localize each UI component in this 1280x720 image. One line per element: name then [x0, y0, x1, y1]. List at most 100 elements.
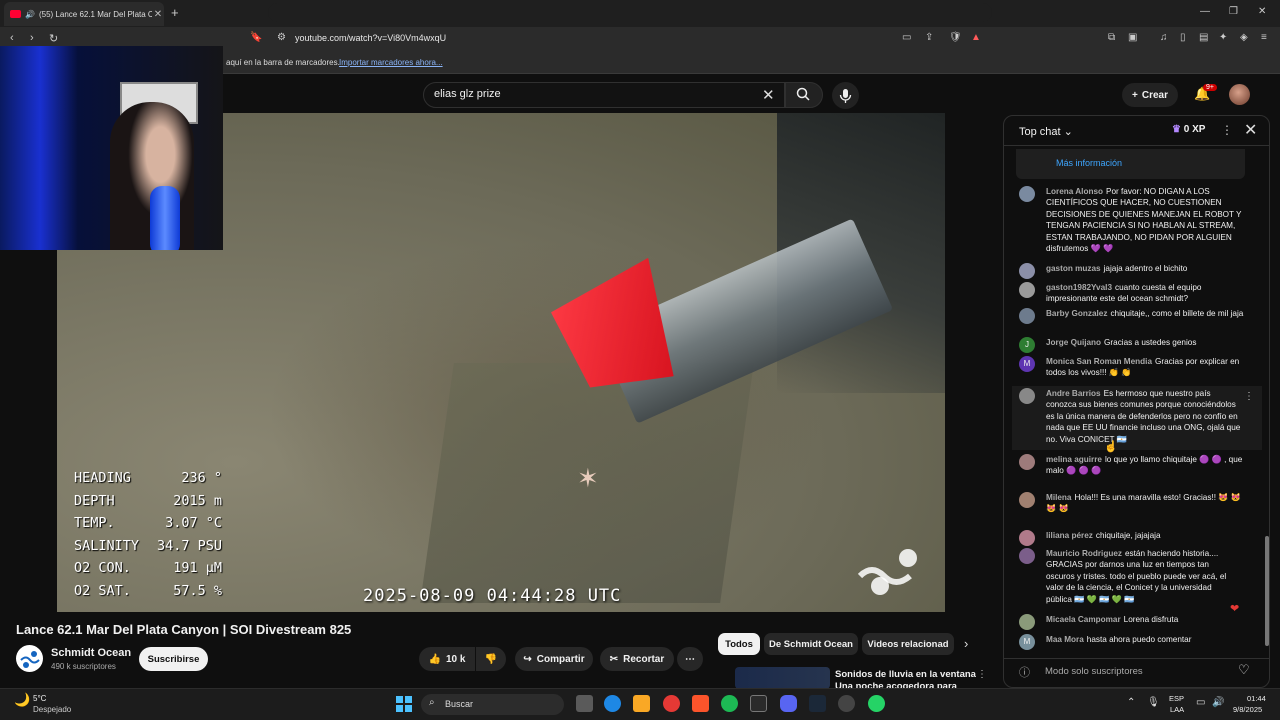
channel-avatar[interactable]: [16, 645, 43, 672]
url-text[interactable]: youtube.com/watch?v=Vi80Vm4wxqU: [295, 33, 446, 43]
chat-author[interactable]: Lorena Alonso: [1046, 187, 1103, 196]
chat-avatar[interactable]: [1019, 388, 1035, 404]
user-avatar[interactable]: [1229, 84, 1250, 105]
taskbar-search-placeholder[interactable]: Buscar: [445, 699, 473, 709]
chat-avatar[interactable]: J: [1019, 337, 1035, 353]
window-close-icon[interactable]: ✕: [1258, 6, 1266, 17]
back-icon[interactable]: ‹: [10, 32, 14, 44]
chat-avatar[interactable]: [1019, 263, 1035, 279]
extensions-icon[interactable]: ⧉: [1108, 32, 1115, 43]
media-icon[interactable]: ♫: [1160, 32, 1168, 43]
whatsapp-icon[interactable]: [868, 695, 885, 712]
menu-icon[interactable]: ≡: [1261, 32, 1267, 43]
cast-icon[interactable]: ▭: [902, 32, 911, 43]
tray-mic-icon[interactable]: 🎙: [1147, 697, 1160, 708]
chat-author[interactable]: liliana pérez: [1046, 531, 1093, 540]
channel-name[interactable]: Schmidt Ocean: [51, 647, 131, 659]
weather-temperature[interactable]: 5°C: [33, 694, 46, 703]
chat-more-icon[interactable]: ⋮: [1221, 123, 1233, 137]
weather-moon-icon[interactable]: 🌙: [14, 692, 30, 708]
chat-message[interactable]: Andre Barrios Es hermoso que nuestro país…: [1019, 388, 1251, 445]
maximize-icon[interactable]: ❐: [1229, 6, 1238, 17]
chat-avatar[interactable]: [1019, 282, 1035, 298]
chat-author[interactable]: Micaela Campomar: [1046, 615, 1121, 624]
chat-author[interactable]: Barby Gonzalez: [1046, 309, 1107, 318]
network-icon[interactable]: ▭: [1196, 697, 1205, 708]
recommended-title[interactable]: Sonidos de lluvia en la ventana: [835, 669, 976, 680]
chat-xp[interactable]: ♛ 0 XP: [1172, 124, 1205, 135]
rewards-icon[interactable]: ▲: [971, 32, 981, 43]
chat-author[interactable]: Jorge Quijano: [1046, 338, 1101, 347]
tray-overflow-icon[interactable]: ⌃: [1127, 697, 1135, 708]
chat-message[interactable]: gaston muzas jajaja adentro el bichito: [1019, 263, 1251, 279]
windows-start-icon[interactable]: [396, 696, 412, 712]
edge-icon[interactable]: [604, 695, 621, 712]
forward-icon[interactable]: ›: [30, 32, 34, 44]
clip-button[interactable]: ✂ Recortar: [600, 647, 674, 671]
new-tab-icon[interactable]: +: [171, 5, 179, 20]
chat-message[interactable]: Barby Gonzalez chiquitaje,, como el bille…: [1019, 308, 1251, 324]
recommended-subtitle[interactable]: Una noche acogedora para: [835, 681, 957, 688]
chat-author[interactable]: melina aguirre: [1046, 455, 1102, 464]
spotify-icon[interactable]: [721, 695, 738, 712]
task-view-icon[interactable]: [576, 695, 593, 712]
chat-message[interactable]: M Maa Mora hasta ahora puedo comentar: [1019, 634, 1251, 650]
minimize-icon[interactable]: —: [1200, 6, 1210, 17]
more-info-link[interactable]: Más información: [1056, 158, 1122, 168]
chip-all[interactable]: Todos: [718, 633, 760, 655]
chips-next-icon[interactable]: ›: [964, 636, 968, 651]
like-button[interactable]: 👍 10 k: [419, 647, 475, 671]
chat-message[interactable]: Lorena Alonso Por favor: NO DIGAN A LOS C…: [1019, 186, 1251, 254]
chat-avatar[interactable]: M: [1019, 356, 1035, 372]
discord-icon[interactable]: [780, 695, 797, 712]
heart-reaction-button-icon[interactable]: ♡: [1238, 662, 1250, 678]
chat-avatar[interactable]: [1019, 492, 1035, 508]
bookmark-icon[interactable]: 🔖: [250, 32, 262, 43]
info-icon[interactable]: ⓘ: [1019, 664, 1030, 680]
speaker-icon[interactable]: 🔊: [25, 10, 35, 19]
chat-avatar[interactable]: [1019, 614, 1035, 630]
voice-search-button[interactable]: [832, 82, 859, 109]
chat-author[interactable]: Monica San Roman Mendia: [1046, 357, 1152, 366]
chat-message[interactable]: Mauricio Rodriguez están haciendo histori…: [1019, 548, 1251, 605]
leo-icon[interactable]: ✦: [1219, 32, 1227, 43]
chat-mode-dropdown[interactable]: Top chat ⌄: [1019, 125, 1073, 138]
taskbar-search[interactable]: [421, 694, 564, 715]
chat-avatar[interactable]: [1019, 548, 1035, 564]
dislike-button[interactable]: 👎: [476, 647, 506, 671]
keyboard-layout[interactable]: LAA: [1170, 705, 1184, 714]
taskbar-date[interactable]: 9/8/2025: [1233, 705, 1262, 714]
chip-from-channel[interactable]: De Schmidt Ocean: [764, 633, 858, 655]
recommended-more-icon[interactable]: ⋮: [977, 669, 987, 680]
subscribe-button[interactable]: Suscribirse: [139, 647, 208, 671]
recommended-thumbnail[interactable]: [735, 667, 830, 689]
chat-author[interactable]: Maa Mora: [1046, 635, 1084, 644]
chat-message[interactable]: M Monica San Roman Mendia Gracias por exp…: [1019, 356, 1251, 379]
keyboard-language[interactable]: ESP: [1169, 694, 1184, 703]
chat-author[interactable]: Milena: [1046, 493, 1071, 502]
chrome-icon[interactable]: [663, 695, 680, 712]
wallet-icon[interactable]: ▤: [1199, 32, 1208, 43]
share-button[interactable]: ↪ Compartir: [515, 647, 593, 671]
weather-description[interactable]: Despejado: [33, 705, 71, 714]
chat-avatar[interactable]: [1019, 530, 1035, 546]
reload-icon[interactable]: ↻: [49, 32, 58, 45]
taskbar-clock[interactable]: 01:44: [1247, 694, 1266, 703]
chat-message[interactable]: Micaela Campomar Lorena disfruta: [1019, 614, 1251, 630]
chat-author[interactable]: Andre Barrios: [1046, 389, 1101, 398]
chat-message[interactable]: J Jorge Quijano Gracias a ustedes genios: [1019, 337, 1251, 353]
browser-tab[interactable]: 🔊 (55) Lance 62.1 Mar Del Plata C ✕: [4, 2, 164, 26]
chat-author[interactable]: Mauricio Rodriguez: [1046, 549, 1122, 558]
screenshot-icon[interactable]: ▣: [1128, 32, 1137, 43]
search-input[interactable]: elias glz prize: [434, 88, 501, 100]
vpn-icon[interactable]: ◈: [1240, 32, 1248, 43]
chip-related[interactable]: Videos relacionad: [862, 633, 954, 655]
search-icon[interactable]: [795, 86, 811, 102]
chat-avatar[interactable]: [1019, 454, 1035, 470]
share-page-icon[interactable]: ⇪: [925, 32, 933, 43]
site-settings-icon[interactable]: ⚙: [277, 32, 286, 43]
url-bar[interactable]: [268, 3, 992, 22]
chat-author[interactable]: gaston muzas: [1046, 264, 1101, 273]
chat-message[interactable]: Milena Hola!!! Es una maravilla esto! Gra…: [1019, 492, 1251, 515]
chat-scrollbar[interactable]: [1265, 536, 1269, 646]
